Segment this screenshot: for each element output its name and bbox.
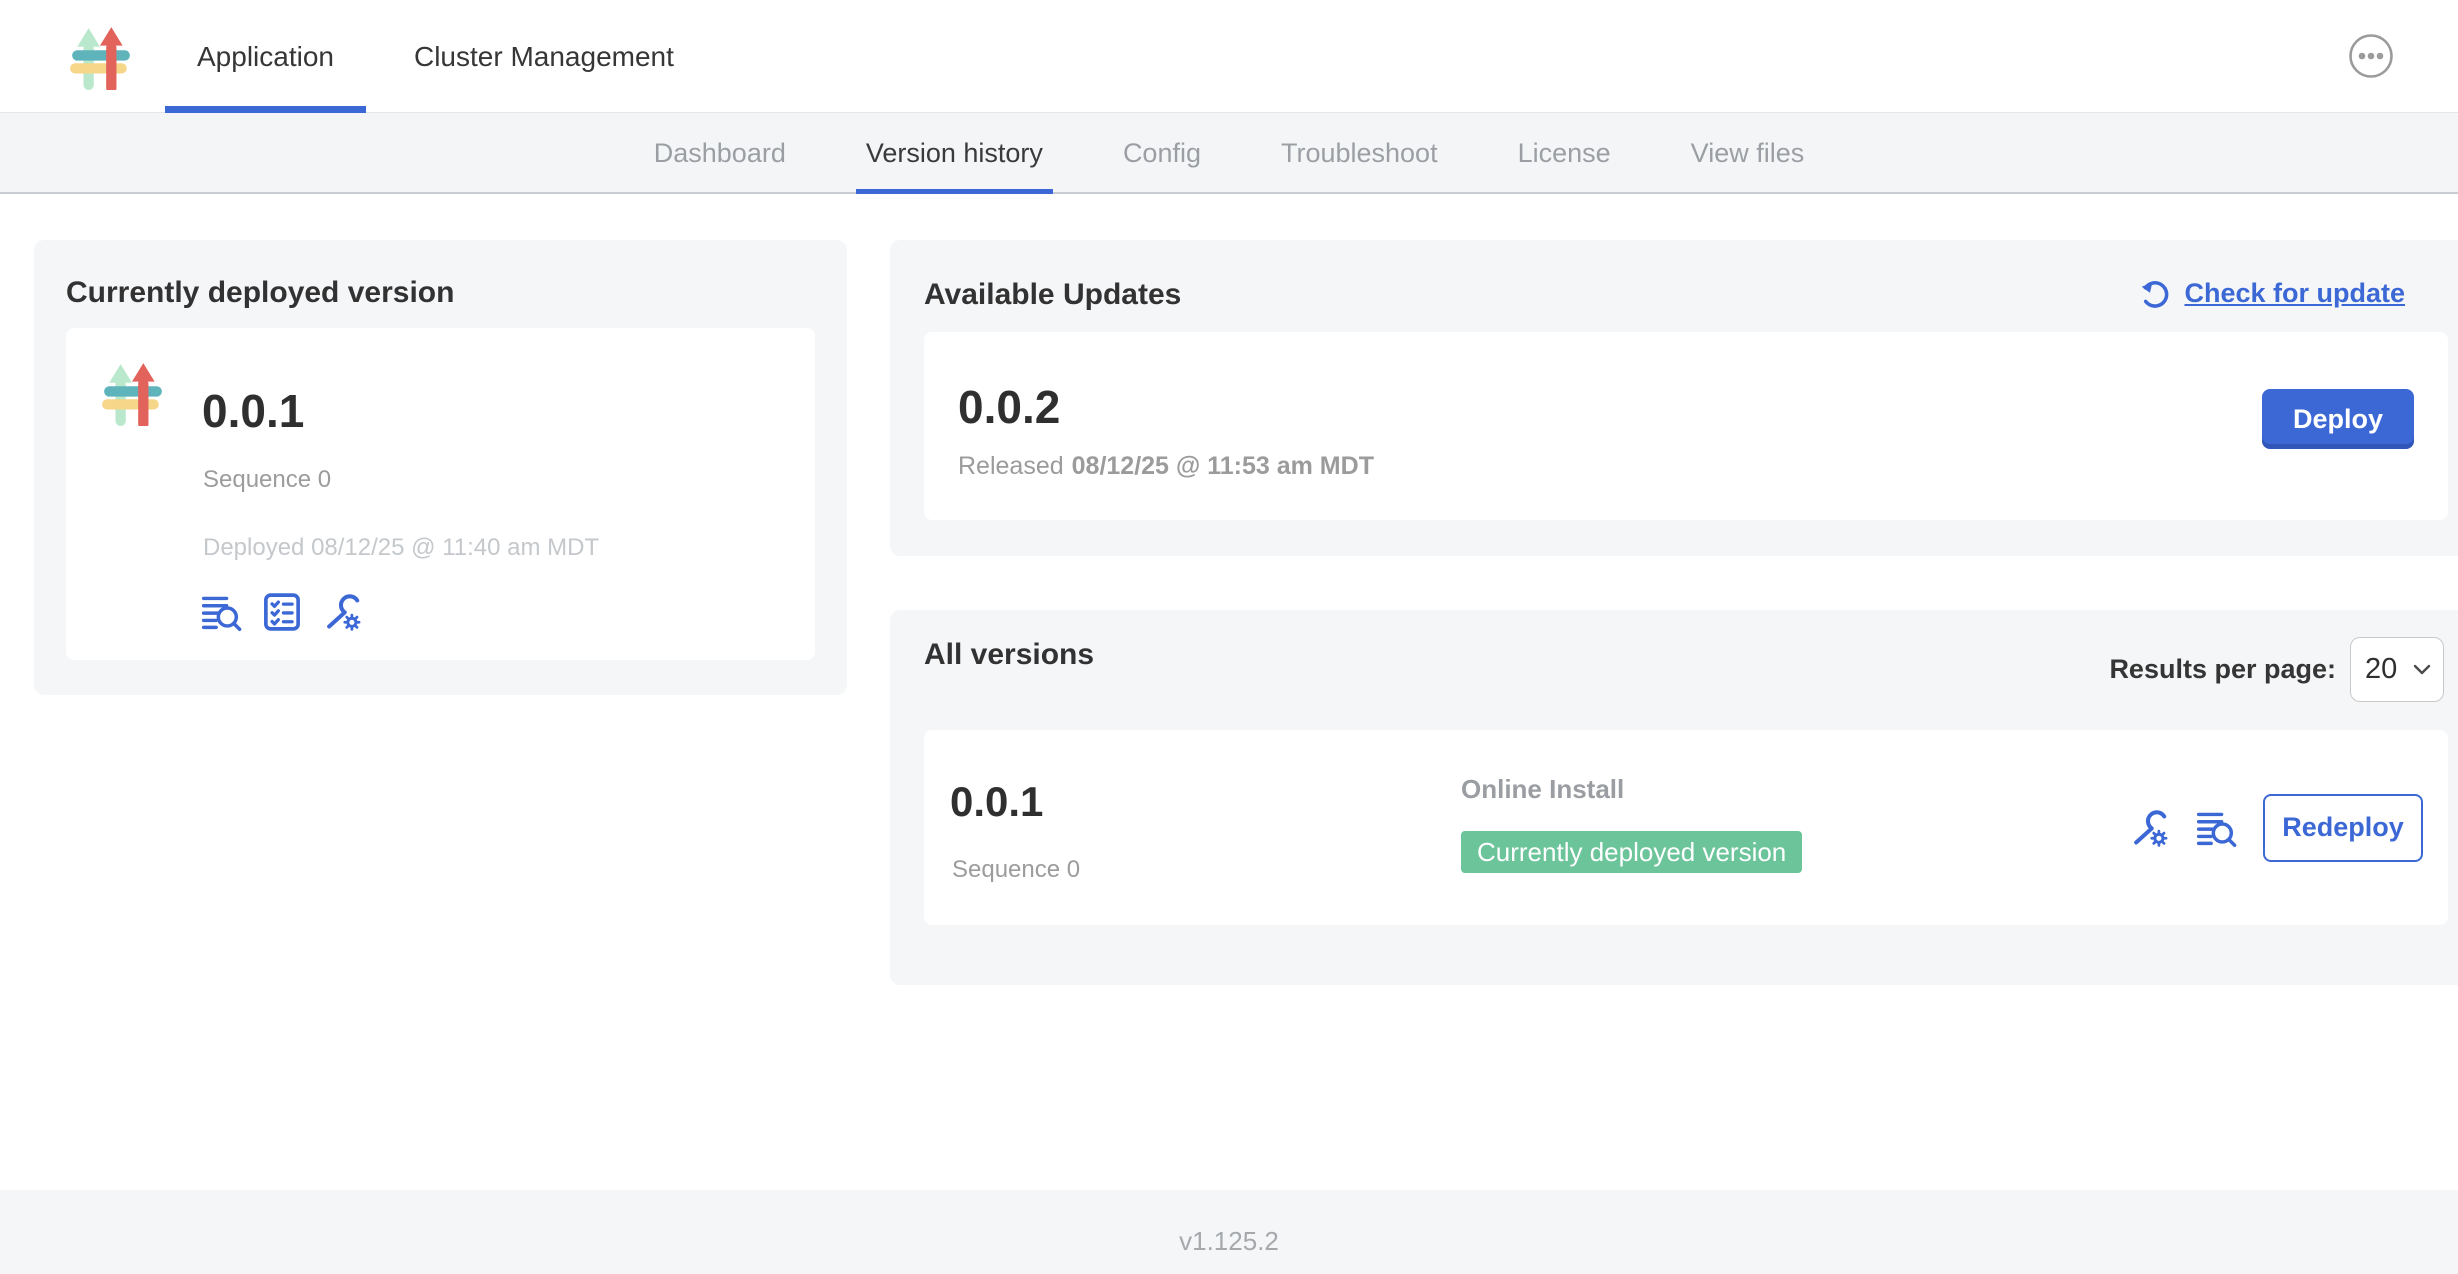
released-prefix: Released xyxy=(958,452,1064,480)
edit-config-icon[interactable] xyxy=(320,590,364,634)
top-nav-tabs: Application Cluster Management xyxy=(165,0,706,113)
redeploy-button[interactable]: Redeploy xyxy=(2263,794,2423,862)
subtab-config-label: Config xyxy=(1123,138,1201,169)
all-versions-title: All versions xyxy=(924,638,1094,672)
available-updates-card: Available Updates Check for update 0.0.2… xyxy=(890,240,2458,556)
update-row: 0.0.2 Released 08/12/25 @ 11:53 am MDT De… xyxy=(924,332,2448,520)
deployed-card-title: Currently deployed version xyxy=(66,276,454,310)
view-logs-icon[interactable] xyxy=(200,590,244,634)
deployed-sequence: Sequence 0 xyxy=(203,466,331,494)
results-per-page-label: Results per page: xyxy=(2109,654,2336,685)
check-for-update-label: Check for update xyxy=(2184,278,2405,309)
subtab-license-label: License xyxy=(1518,138,1611,169)
update-version-number: 0.0.2 xyxy=(958,380,1060,434)
preflight-checks-icon[interactable] xyxy=(260,590,304,634)
tab-application-label: Application xyxy=(197,41,334,73)
row-version-number: 0.0.1 xyxy=(950,778,1043,826)
tab-application[interactable]: Application xyxy=(165,0,366,113)
currently-deployed-badge: Currently deployed version xyxy=(1461,831,1802,873)
subtab-dashboard-label: Dashboard xyxy=(654,138,786,169)
subtab-troubleshoot-label: Troubleshoot xyxy=(1281,138,1438,169)
deployed-version-number: 0.0.1 xyxy=(202,384,304,438)
subtab-version-history-label: Version history xyxy=(866,138,1043,169)
check-for-update-link[interactable]: Check for update xyxy=(2138,276,2405,310)
update-released-line: Released 08/12/25 @ 11:53 am MDT xyxy=(958,452,1374,481)
subtab-view-files[interactable]: View files xyxy=(1681,113,1815,194)
tab-cluster-management[interactable]: Cluster Management xyxy=(382,0,706,113)
deployed-action-icons xyxy=(200,590,364,634)
deployed-timestamp: Deployed 08/12/25 @ 11:40 am MDT xyxy=(203,534,599,562)
results-per-page-value: 20 xyxy=(2365,653,2397,686)
released-timestamp: 08/12/25 @ 11:53 am MDT xyxy=(1072,452,1374,480)
app-subnav: Dashboard Version history Config Trouble… xyxy=(0,113,2458,194)
main-content: Currently deployed version 0.0.1 Sequenc… xyxy=(0,194,2458,1190)
chevron-down-icon xyxy=(2413,664,2431,676)
install-type-label: Online Install xyxy=(1461,774,1802,805)
active-tab-underline xyxy=(165,106,366,113)
view-logs-icon[interactable] xyxy=(2195,806,2239,850)
subtab-license[interactable]: License xyxy=(1508,113,1621,194)
app-logo-icon xyxy=(100,360,166,426)
console-version: v1.125.2 xyxy=(1179,1190,1279,1257)
version-row: 0.0.1 Sequence 0 Online Install Currentl… xyxy=(924,730,2448,925)
row-sequence: Sequence 0 xyxy=(952,856,1080,884)
top-navbar: Application Cluster Management xyxy=(0,0,2458,113)
refresh-icon xyxy=(2138,276,2172,310)
edit-config-icon[interactable] xyxy=(2127,806,2171,850)
currently-deployed-card: Currently deployed version 0.0.1 Sequenc… xyxy=(34,240,847,695)
app-logo-icon xyxy=(68,24,134,90)
deploy-button[interactable]: Deploy xyxy=(2262,389,2414,449)
subtab-config[interactable]: Config xyxy=(1113,113,1211,194)
results-per-page-select[interactable]: 20 xyxy=(2350,637,2444,702)
row-actions: Redeploy xyxy=(2127,730,2423,925)
deployed-version-panel: 0.0.1 Sequence 0 Deployed 08/12/25 @ 11:… xyxy=(66,328,815,660)
subtab-troubleshoot[interactable]: Troubleshoot xyxy=(1271,113,1448,194)
ellipsis-menu-icon[interactable] xyxy=(2348,33,2394,79)
page-footer: v1.125.2 xyxy=(0,1190,2458,1274)
subtab-view-files-label: View files xyxy=(1691,138,1805,169)
all-versions-card: All versions Results per page: 20 0.0.1 … xyxy=(890,610,2458,985)
subtab-dashboard[interactable]: Dashboard xyxy=(644,113,796,194)
subtab-version-history[interactable]: Version history xyxy=(856,113,1053,194)
tab-cluster-management-label: Cluster Management xyxy=(414,41,674,73)
row-install-info: Online Install Currently deployed versio… xyxy=(1461,774,1802,873)
available-updates-title: Available Updates xyxy=(924,278,1181,312)
